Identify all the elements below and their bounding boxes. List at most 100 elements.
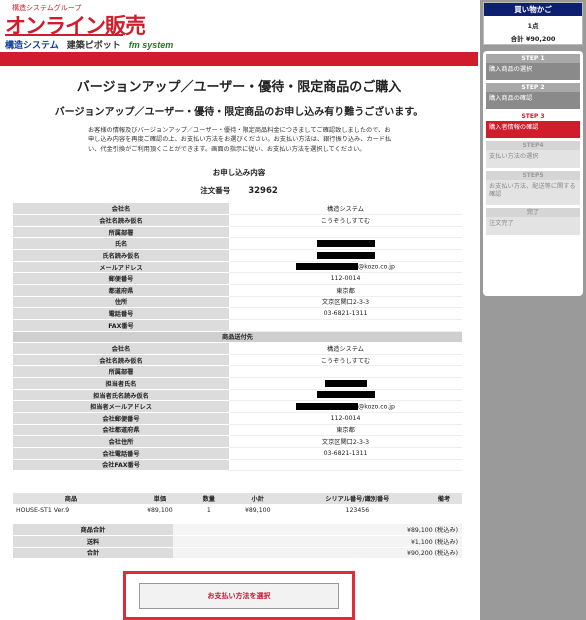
brand-fm[interactable]: fm system (129, 40, 174, 50)
row-label: FAX番号 (13, 319, 229, 332)
row-value: 03-6821-1311 (229, 447, 462, 460)
step-4: STEP4 支払い方法の選択 (486, 141, 580, 168)
page-subtitle: バージョンアップ／ユーザー・優待・限定商品のお申し込み有り難うございます。 (54, 107, 424, 118)
step-5: STEP5 お支払い方法、配送等に関する確認 (486, 171, 580, 205)
row-label: 会社住所 (13, 435, 229, 448)
step-number: STEP4 (486, 141, 580, 150)
product-subtotal: ¥89,100 (244, 506, 271, 514)
row-value: 03-6821-1311 (229, 307, 462, 320)
table-row: 会社名 構造システム (13, 342, 462, 355)
brand-kozo[interactable]: 構造システム (5, 38, 59, 51)
step-label: 注文完了 (489, 220, 514, 227)
product-qty: 1 (206, 506, 211, 514)
table-row: 会社名読み仮名 こうぞうしすてむ (13, 354, 462, 367)
product-row: HOUSE-ST1 Ver.9 ¥89,100 1 ¥89,100 123456 (13, 504, 462, 516)
select-payment-button[interactable]: お支払い方法を選択 (139, 583, 339, 609)
summary-row: 送料 ¥1,100 (税込み) (13, 535, 462, 548)
row-label: 会社FAX番号 (13, 459, 229, 472)
progress-steps: STEP 1 購入商品の選択 STEP 2 購入商品の確認 STEP 3 購入者… (483, 51, 583, 296)
main-content: バージョンアップ／ユーザー・優待・限定商品のご購入 バージョンアップ／ユーザー・… (0, 66, 478, 620)
row-label: 会社名読み仮名 (13, 214, 229, 227)
row-value: 構造システム (229, 342, 462, 355)
step-number: STEP 1 (486, 54, 580, 63)
row-label: 氏名読み仮名 (13, 249, 229, 262)
row-value: 112-0014 (229, 272, 462, 285)
summary-label: 送料 (13, 535, 173, 548)
row-label: 会社名 (13, 203, 229, 216)
row-value (229, 459, 462, 472)
brand-logos: 構造システム 建築ピボット fm system (5, 38, 173, 51)
row-label: 所属部署 (13, 226, 229, 239)
step-3-current: STEP 3 購入者情報の確認 (486, 112, 580, 138)
summary-label: 商品合計 (13, 524, 173, 536)
step-2: STEP 2 購入商品の確認 (486, 83, 580, 109)
row-value (229, 377, 462, 390)
step-label: お支払い方法、配送等に関する確認 (489, 183, 576, 199)
table-row: 郵便番号 112-0014 (13, 272, 462, 285)
header-red-bar (0, 52, 478, 66)
row-value: こうぞうしすてむ (229, 354, 462, 367)
step-complete: 完了 注文完了 (486, 208, 580, 235)
row-label: 会社電話番号 (13, 447, 229, 460)
col-header: 備考 (425, 493, 462, 504)
row-value: @kozo.co.jp (229, 261, 462, 274)
table-row: 会社住所 文京区関口2-3-3 (13, 435, 462, 448)
row-value: 構造システム (229, 203, 462, 216)
redaction-bar (296, 263, 359, 271)
cart-total: 合計 ¥90,200 (510, 35, 556, 43)
redaction-bar (316, 239, 375, 247)
step-number: STEP 2 (486, 83, 580, 92)
table-row: FAX番号 (13, 319, 462, 332)
email-domain: @kozo.co.jp (358, 403, 395, 411)
redaction-bar (324, 379, 367, 387)
table-row: 会社FAX番号 (13, 459, 462, 472)
table-row: 所属部署 (13, 365, 462, 379)
brand-pivot[interactable]: 建築ピボット (67, 38, 121, 51)
step-label: 購入商品の確認 (489, 95, 533, 102)
summary-label: 合計 (13, 547, 173, 559)
table-row: 会社都道府県 東京都 (13, 424, 462, 437)
order-number-line: 注文番号 32962 (0, 185, 478, 196)
table-row: メールアドレス @kozo.co.jp (13, 261, 462, 274)
cart-count: 1点 (527, 22, 539, 30)
row-label: 都道府県 (13, 284, 229, 297)
row-value (229, 319, 462, 332)
product-price: ¥89,100 (147, 506, 173, 514)
row-value: 文京区関口2-3-3 (229, 435, 462, 448)
redaction-bar (316, 391, 375, 399)
redaction-bar (296, 402, 359, 410)
table-row: 氏名読み仮名 (13, 249, 462, 262)
product-table: 商品 単価 数量 小計 シリアル番号/識別番号 備考 HOUSE-ST1 Ver… (13, 493, 462, 516)
summary-value: ¥90,200 (税込み) (173, 547, 462, 559)
step-label: 支払い方法の選択 (489, 153, 539, 160)
product-note (426, 504, 462, 516)
col-header: シリアル番号/識別番号 (288, 493, 426, 504)
row-label: 担当者メールアドレス (13, 400, 229, 414)
cart-box[interactable]: 買い物かご 1点 合計 ¥90,200 (483, 2, 583, 45)
site-header: 構造システムグループ オンライン販売 構造システム 建築ピボット fm syst… (0, 0, 478, 66)
row-label: 氏名 (13, 237, 229, 251)
table-row: 住所 文京区関口2-3-3 (13, 296, 462, 309)
shipping-heading-row: 商品送付先 (13, 331, 462, 344)
table-row: 会社郵便番号 112-0014 (13, 412, 462, 425)
step-number: STEP 3 (486, 112, 580, 121)
row-label: 担当者氏名読み仮名 (13, 389, 229, 402)
summary-value: ¥1,100 (税込み) (173, 535, 462, 548)
pay-button-highlight: お支払い方法を選択 (123, 571, 355, 620)
row-label: 所属部署 (13, 365, 229, 379)
table-row: 都道府県 東京都 (13, 284, 462, 297)
row-value (229, 237, 462, 251)
row-value: 東京都 (229, 284, 462, 297)
table-row: 氏名 (13, 237, 462, 251)
table-row: 会社名読み仮名 こうぞうしすてむ (13, 214, 462, 227)
table-row: 会社名 構造システム (13, 203, 462, 216)
row-value: @kozo.co.jp (229, 400, 462, 414)
col-header: 数量 (190, 493, 227, 504)
order-number-label: 注文番号 (200, 186, 231, 195)
email-domain: @kozo.co.jp (358, 263, 395, 271)
row-value: 東京都 (229, 424, 462, 437)
page-title: バージョンアップ／ユーザー・優待・限定商品のご購入 (76, 80, 402, 95)
row-label: 会社名 (13, 342, 229, 355)
redaction-bar (316, 251, 375, 259)
order-number-value: 32962 (248, 186, 278, 196)
